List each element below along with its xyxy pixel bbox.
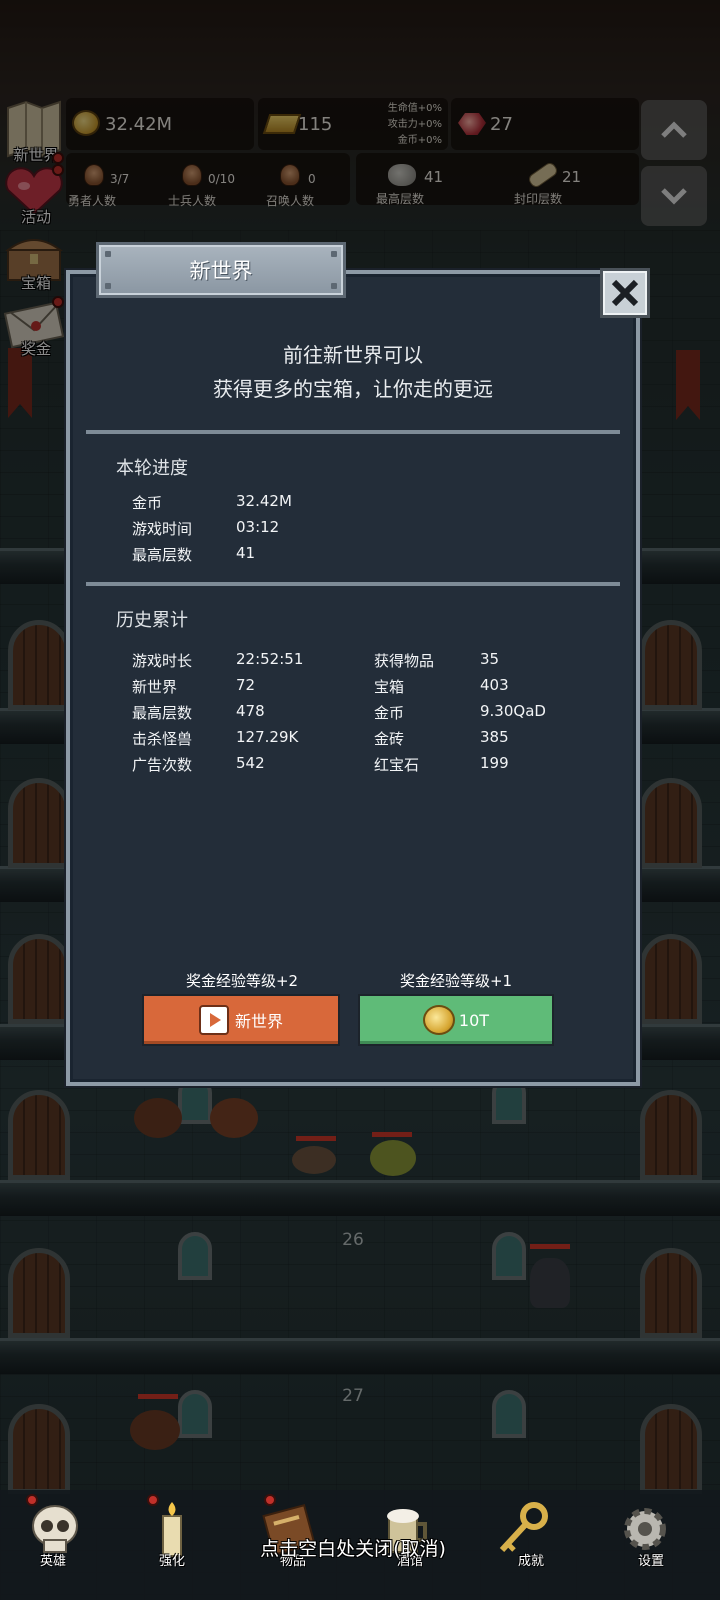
notification-dot <box>26 1494 38 1506</box>
history-label: 最高层数 <box>132 704 193 722</box>
history-value: 127.29K <box>236 728 299 746</box>
history-value: 478 <box>236 702 265 720</box>
rivet <box>105 283 111 289</box>
round-floor-label: 最高层数 <box>132 546 193 564</box>
history-label: 新世界 <box>132 678 178 696</box>
pay-gold-new-world-button[interactable]: 10T <box>358 994 554 1046</box>
video-play-icon <box>198 1005 229 1035</box>
section-divider <box>86 430 620 434</box>
history-label: 金砖 <box>374 730 405 748</box>
history-label: 获得物品 <box>374 652 435 670</box>
history-title: 历史累计 <box>116 610 188 631</box>
round-gold-value: 32.42M <box>236 492 292 510</box>
history-value: 22:52:51 <box>236 650 304 668</box>
intro-line-2: 获得更多的宝箱，让你走的更远 <box>213 377 493 401</box>
close-icon <box>611 279 639 307</box>
history-value: 403 <box>480 676 509 694</box>
dialog-title: 新世界 <box>189 259 253 283</box>
notification-dot <box>147 1494 159 1506</box>
round-progress-title: 本轮进度 <box>116 458 188 479</box>
history-value: 385 <box>480 728 509 746</box>
history-value: 542 <box>236 754 265 772</box>
round-floor-value: 41 <box>236 544 256 562</box>
round-time-label: 游戏时间 <box>132 520 193 538</box>
rivet <box>331 283 337 289</box>
round-time-value: 03:12 <box>236 518 280 536</box>
ad-button-label: 新世界 <box>234 1012 283 1031</box>
ad-reward-label: 奖金经验等级+2 <box>185 972 299 990</box>
tap-to-close-hint: 点击空白处关闭(取消) <box>260 1538 446 1560</box>
rivet <box>331 251 337 257</box>
notification-dot <box>264 1494 276 1506</box>
history-label: 红宝石 <box>374 756 420 774</box>
dialog-title-plate: 新世界 <box>96 242 346 298</box>
history-label: 宝箱 <box>374 678 405 696</box>
pay-reward-label: 奖金经验等级+1 <box>399 972 513 990</box>
round-gold-label: 金币 <box>132 494 163 512</box>
history-label: 击杀怪兽 <box>132 730 193 748</box>
intro-line-1: 前往新世界可以 <box>283 343 423 367</box>
history-value: 9.30QaD <box>480 702 546 720</box>
history-value: 35 <box>480 650 500 668</box>
section-divider <box>86 582 620 586</box>
close-button[interactable] <box>600 268 650 318</box>
gold-coin-icon <box>422 1005 455 1035</box>
history-value: 199 <box>480 754 509 772</box>
history-value: 72 <box>236 676 256 694</box>
rivet <box>105 251 111 257</box>
pay-button-label: 10T <box>458 1010 490 1030</box>
history-label: 金币 <box>374 704 405 722</box>
history-label: 游戏时长 <box>132 652 193 670</box>
history-label: 广告次数 <box>132 756 193 774</box>
watch-ad-new-world-button[interactable]: 新世界 <box>142 994 340 1046</box>
